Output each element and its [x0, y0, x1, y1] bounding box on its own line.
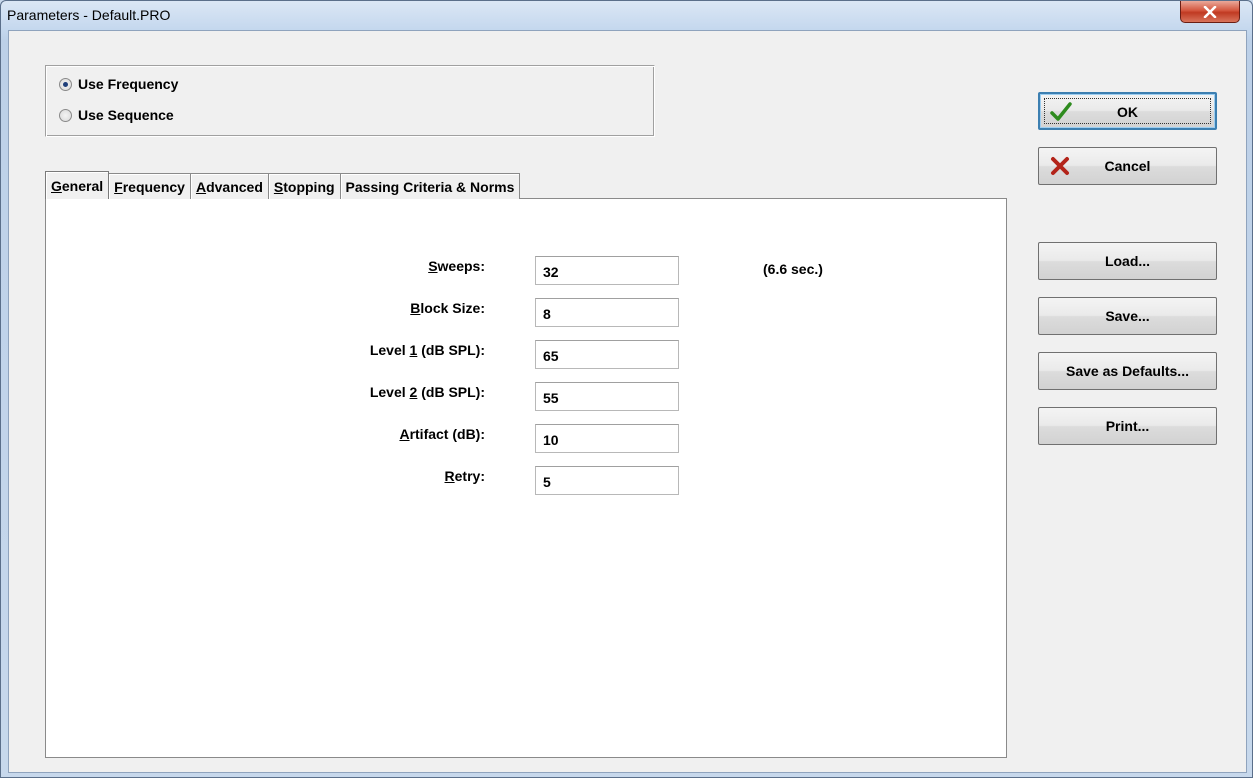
tab-stopping[interactable]: Stopping: [267, 173, 341, 199]
label-mnemonic: R: [444, 468, 455, 484]
label-text: lock Size:: [420, 300, 485, 316]
label-text: etry:: [454, 468, 485, 484]
sweeps-duration-text: (6.6 sec.): [763, 261, 823, 277]
artifact-label: Artifact (dB):: [185, 426, 485, 442]
load-button[interactable]: Load...: [1038, 242, 1217, 280]
tab-frequency-mnemonic: F: [114, 178, 123, 195]
label-mnemonic: B: [410, 300, 421, 316]
use-frequency-radio[interactable]: Use Frequency: [59, 76, 178, 92]
save-as-defaults-button[interactable]: Save as Defaults...: [1038, 352, 1217, 390]
label-text: rtifact (dB):: [409, 426, 485, 442]
load-label: Load...: [1104, 253, 1151, 269]
close-icon: [1181, 1, 1239, 22]
label-text: (dB SPL):: [417, 384, 485, 400]
retry-label: Retry:: [185, 468, 485, 484]
label-mnemonic: A: [399, 426, 410, 442]
window-title: Parameters - Default.PRO: [7, 7, 171, 23]
block-size-label: Block Size:: [185, 300, 485, 316]
tab-advanced[interactable]: Advanced: [189, 173, 269, 199]
ok-button[interactable]: OK: [1038, 92, 1217, 130]
sweeps-input[interactable]: 32: [535, 256, 679, 285]
tab-passing-criteria-label: Passing Criteria & Norms: [345, 178, 515, 195]
cancel-label: Cancel: [1104, 158, 1151, 174]
tab-advanced-label: dvanced: [206, 178, 263, 195]
tab-general[interactable]: General: [45, 171, 110, 199]
level-1-input[interactable]: 65: [535, 340, 679, 369]
label-prefix: Level: [369, 384, 410, 400]
tab-advanced-mnemonic: A: [195, 178, 207, 195]
use-frequency-label: Use Frequency: [78, 76, 179, 92]
ok-label: OK: [1117, 104, 1138, 120]
tab-general-mnemonic: G: [51, 177, 62, 194]
tab-stopping-mnemonic: S: [273, 178, 284, 195]
level-2-input[interactable]: 55: [535, 382, 679, 411]
label-text: weeps:: [437, 258, 485, 274]
save-as-defaults-label: Save as Defaults...: [1066, 363, 1189, 379]
retry-input[interactable]: 5: [535, 466, 679, 495]
artifact-input[interactable]: 10: [535, 424, 679, 453]
tab-passing-criteria-norms[interactable]: Passing Criteria & Norms: [339, 173, 521, 199]
use-sequence-label: Use Sequence: [78, 107, 174, 123]
tab-general-label: eneral: [61, 177, 104, 194]
save-label: Save...: [1105, 308, 1150, 324]
print-label: Print...: [1105, 418, 1150, 434]
use-sequence-radio[interactable]: Use Sequence: [59, 107, 174, 123]
tab-strip: General Frequency Advanced Stopping Pass…: [45, 171, 521, 199]
label-text: (dB SPL):: [417, 342, 485, 358]
save-button[interactable]: Save...: [1038, 297, 1217, 335]
print-button[interactable]: Print...: [1038, 407, 1217, 445]
level-1-label: Level 1 (dB SPL):: [185, 342, 485, 358]
tab-stopping-label: topping: [283, 178, 335, 195]
title-bar[interactable]: Parameters - Default.PRO: [1, 1, 1252, 29]
tab-frequency-label: requency: [122, 178, 185, 195]
cancel-button[interactable]: Cancel: [1038, 147, 1217, 185]
radio-indicator: [59, 108, 72, 122]
label-prefix: Level: [369, 342, 410, 358]
close-button[interactable]: [1180, 1, 1240, 23]
radio-indicator: [59, 77, 72, 91]
dialog-window: Parameters - Default.PRO Use Frequency U…: [0, 0, 1253, 778]
level-2-label: Level 2 (dB SPL):: [185, 384, 485, 400]
tab-frequency[interactable]: Frequency: [108, 173, 191, 199]
sweeps-label: Sweeps:: [185, 258, 485, 274]
block-size-input[interactable]: 8: [535, 298, 679, 327]
label-mnemonic: S: [428, 258, 438, 274]
